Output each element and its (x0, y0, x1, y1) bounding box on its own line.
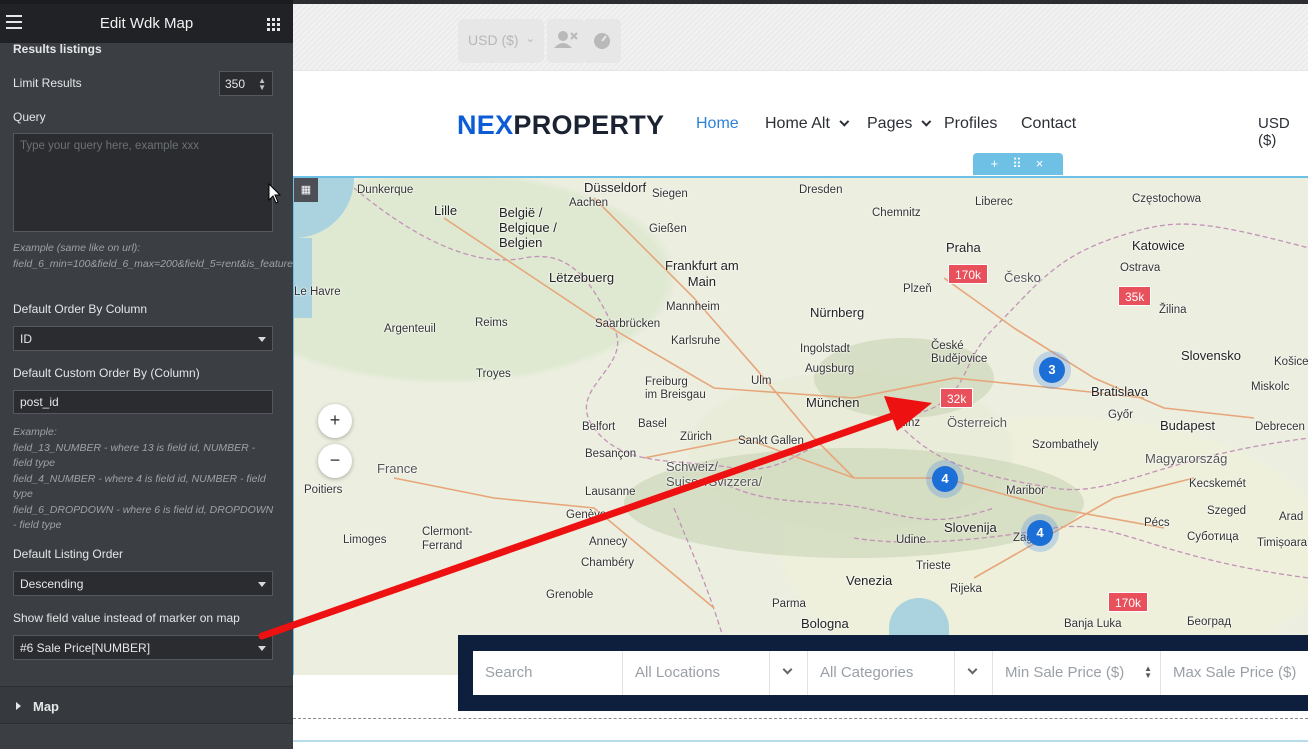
mouse-cursor-icon (268, 183, 282, 204)
annotation-arrow (258, 396, 932, 640)
